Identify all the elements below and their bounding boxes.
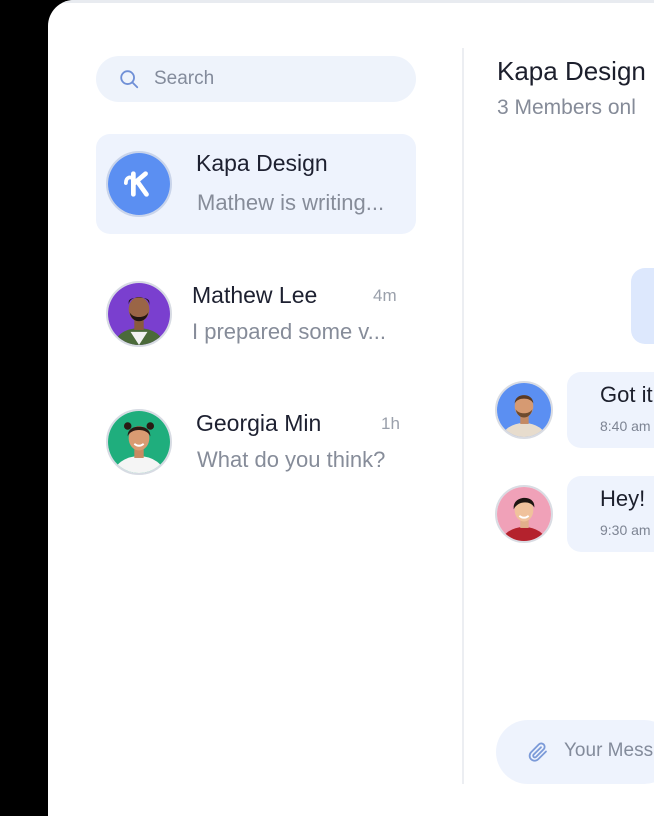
- kapa-logo-avatar: [106, 151, 172, 217]
- conversation-name: Mathew Lee: [192, 282, 318, 308]
- conversation-item-mathew-lee[interactable]: Mathew Lee 4m I prepared some v...: [96, 264, 416, 364]
- message-bubble: Hey! 9:30 am: [567, 476, 654, 552]
- georgia-min-avatar: [106, 409, 172, 475]
- conversation-name: Georgia Min: [196, 410, 322, 436]
- message-text: Got it: [600, 382, 653, 407]
- conversation-item-georgia-min[interactable]: Georgia Min 1h What do you think?: [96, 392, 416, 492]
- conversation-preview: What do you think?: [197, 447, 386, 472]
- message-time: 8:40 am: [600, 418, 651, 434]
- conversation-time: 4m: [373, 286, 397, 305]
- panel-divider: [462, 48, 464, 784]
- conversation-time: 1h: [381, 414, 400, 433]
- search-input[interactable]: [154, 68, 374, 90]
- conversation-item-kapa-design[interactable]: Kapa Design Mathew is writing...: [96, 134, 416, 234]
- message-input[interactable]: [564, 740, 654, 762]
- message-composer[interactable]: [496, 720, 654, 784]
- mathew-lee-avatar: [106, 281, 172, 347]
- message-sender-avatar: [495, 381, 553, 439]
- chat-title: Kapa Design: [497, 56, 646, 86]
- messenger-window: Kapa Design Mathew is writing... Mathew …: [48, 0, 654, 816]
- message-sender-avatar: [495, 485, 553, 543]
- conversation-name: Kapa Design: [196, 150, 328, 176]
- message-bubble: Got it 8:40 am: [567, 372, 654, 448]
- paperclip-icon[interactable]: [526, 740, 550, 764]
- chat-subtitle: 3 Members onl: [497, 96, 636, 119]
- conversation-preview: Mathew is writing...: [197, 190, 385, 215]
- message-time: 9:30 am: [600, 522, 651, 538]
- outgoing-message-bubble: [631, 268, 654, 344]
- search-icon: [120, 70, 139, 89]
- message-text: Hey!: [600, 486, 646, 511]
- conversation-preview: I prepared some v...: [192, 319, 387, 344]
- search-bar[interactable]: [96, 56, 416, 102]
